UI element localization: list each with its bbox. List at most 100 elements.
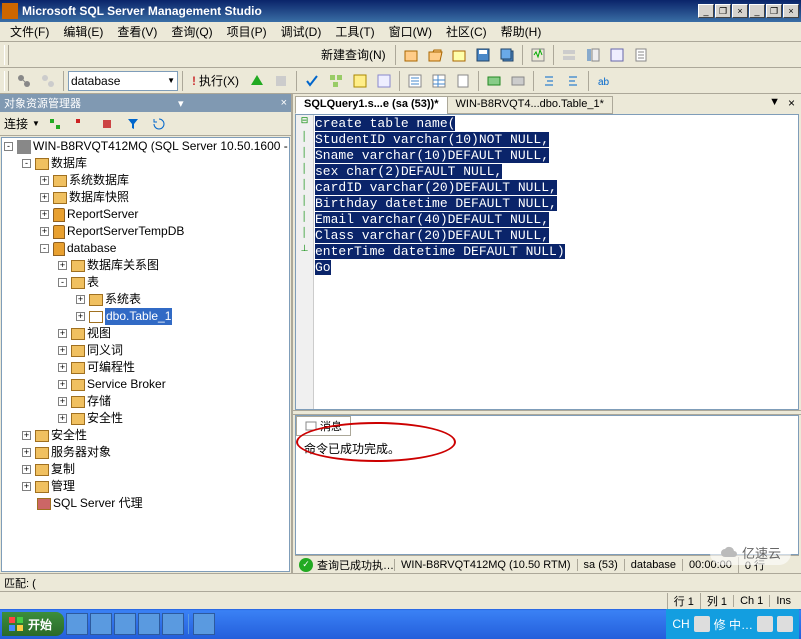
- expand-toggle[interactable]: +: [40, 210, 49, 219]
- menu-window[interactable]: 窗口(W): [383, 22, 438, 41]
- connect-dropdown[interactable]: 连接: [4, 115, 28, 132]
- minimize2-button[interactable]: _: [749, 4, 765, 18]
- taskbar-item[interactable]: [138, 613, 160, 635]
- tray-icon[interactable]: [777, 616, 793, 632]
- expand-toggle[interactable]: +: [76, 312, 85, 321]
- object-tree[interactable]: -WIN-B8RVQT412MQ (SQL Server 10.50.1600 …: [1, 137, 290, 572]
- expand-toggle[interactable]: -: [58, 278, 67, 287]
- tree-tables[interactable]: 表: [87, 274, 99, 291]
- open2-button[interactable]: [448, 44, 470, 66]
- menu-community[interactable]: 社区(C): [440, 22, 493, 41]
- reg-servers-button[interactable]: [558, 44, 580, 66]
- specify-values-button[interactable]: ab: [593, 70, 615, 92]
- expand-toggle[interactable]: +: [40, 176, 49, 185]
- expand-toggle[interactable]: +: [58, 380, 67, 389]
- pin-icon[interactable]: ▾: [178, 97, 184, 110]
- expand-toggle[interactable]: -: [22, 159, 31, 168]
- tree-management[interactable]: 管理: [51, 478, 75, 495]
- ime-indicator[interactable]: CH: [672, 617, 689, 631]
- uncomment-button[interactable]: [507, 70, 529, 92]
- expand-toggle[interactable]: +: [58, 397, 67, 406]
- toolbar-grip[interactable]: [4, 71, 9, 91]
- tree-replication[interactable]: 复制: [51, 461, 75, 478]
- activity-button[interactable]: [527, 44, 549, 66]
- tree-databases[interactable]: 数据库: [51, 155, 87, 172]
- results-file-button[interactable]: [452, 70, 474, 92]
- filter-button[interactable]: [122, 113, 144, 135]
- tree-snapshot[interactable]: 数据库快照: [69, 189, 129, 206]
- expand-toggle[interactable]: +: [58, 414, 67, 423]
- indent-button[interactable]: [538, 70, 560, 92]
- tree-server[interactable]: WIN-B8RVQT412MQ (SQL Server 10.50.1600 -: [33, 138, 288, 155]
- tree-rst[interactable]: ReportServerTempDB: [67, 223, 184, 240]
- restore2-button[interactable]: ❐: [766, 4, 782, 18]
- tabs-dropdown[interactable]: ▼: [765, 96, 784, 114]
- tree-diagram[interactable]: 数据库关系图: [87, 257, 159, 274]
- debug-button[interactable]: [246, 70, 268, 92]
- menu-help[interactable]: 帮助(H): [495, 22, 548, 41]
- tree-db[interactable]: database: [67, 240, 116, 257]
- expand-toggle[interactable]: +: [58, 261, 67, 270]
- tree-views[interactable]: 视图: [87, 325, 111, 342]
- expand-toggle[interactable]: +: [58, 346, 67, 355]
- results-grid-button[interactable]: [428, 70, 450, 92]
- tree-sysdb[interactable]: 系统数据库: [69, 172, 129, 189]
- saveall-button[interactable]: [496, 44, 518, 66]
- outdent-button[interactable]: [562, 70, 584, 92]
- expand-toggle[interactable]: +: [40, 193, 49, 202]
- close2-button[interactable]: ×: [783, 4, 799, 18]
- taskbar-item[interactable]: [90, 613, 112, 635]
- refresh-button[interactable]: [148, 113, 170, 135]
- minimize-button[interactable]: _: [698, 4, 714, 18]
- properties-button[interactable]: [630, 44, 652, 66]
- tree-synonyms[interactable]: 同义词: [87, 342, 123, 359]
- execute-button[interactable]: ! 执行(X): [187, 70, 244, 92]
- tree-sb[interactable]: Service Broker: [87, 376, 166, 393]
- expand-toggle[interactable]: +: [76, 295, 85, 304]
- expand-toggle[interactable]: -: [40, 244, 49, 253]
- stop-button[interactable]: [270, 70, 292, 92]
- taskbar-item[interactable]: [66, 613, 88, 635]
- disconnect-button[interactable]: [70, 113, 92, 135]
- stop2-button[interactable]: [96, 113, 118, 135]
- taskbar-item[interactable]: [193, 613, 215, 635]
- tree-srvobj[interactable]: 服务器对象: [51, 444, 111, 461]
- object-explorer-button[interactable]: [582, 44, 604, 66]
- new-query-button[interactable]: 新建查询(N): [13, 44, 391, 66]
- tree-security[interactable]: 安全性: [87, 410, 123, 427]
- tree-table1[interactable]: dbo.Table_1: [105, 308, 172, 325]
- messages-body[interactable]: 命令已成功完成。: [296, 436, 798, 554]
- tray-icon[interactable]: [694, 616, 710, 632]
- close-button[interactable]: ×: [732, 4, 748, 18]
- expand-toggle[interactable]: +: [58, 329, 67, 338]
- expand-toggle[interactable]: -: [4, 142, 13, 151]
- expand-toggle[interactable]: +: [40, 227, 49, 236]
- tabs-close[interactable]: ×: [784, 96, 799, 114]
- tab-table1[interactable]: WIN-B8RVQT4...dbo.Table_1*: [447, 96, 613, 114]
- menu-tools[interactable]: 工具(T): [329, 22, 380, 41]
- save-button[interactable]: [472, 44, 494, 66]
- tree-prog[interactable]: 可编程性: [87, 359, 135, 376]
- expand-toggle[interactable]: +: [22, 448, 31, 457]
- expand-toggle[interactable]: +: [58, 363, 67, 372]
- taskbar-item[interactable]: [114, 613, 136, 635]
- messages-tab[interactable]: 消息: [296, 416, 351, 436]
- connect2-button[interactable]: [44, 113, 66, 135]
- expand-toggle[interactable]: +: [22, 482, 31, 491]
- connect-button[interactable]: [13, 70, 35, 92]
- database-combo[interactable]: database▼: [68, 71, 178, 91]
- tray-icon[interactable]: [757, 616, 773, 632]
- sql-editor[interactable]: ⊟│││││││⊥ create table name( StudentID v…: [295, 114, 799, 410]
- tree-storage[interactable]: 存储: [87, 393, 111, 410]
- open-button[interactable]: [424, 44, 446, 66]
- toolbar-grip[interactable]: [4, 45, 9, 65]
- parse-button[interactable]: [301, 70, 323, 92]
- expand-toggle[interactable]: +: [22, 465, 31, 474]
- options-button[interactable]: [373, 70, 395, 92]
- results-text-button[interactable]: [404, 70, 426, 92]
- plan-button[interactable]: [325, 70, 347, 92]
- change-conn-button[interactable]: [37, 70, 59, 92]
- tab-sqlquery1[interactable]: SQLQuery1.s...e (sa (53))*: [295, 96, 448, 114]
- editor-lines[interactable]: create table name( StudentID varchar(10)…: [314, 115, 798, 409]
- template-button[interactable]: [606, 44, 628, 66]
